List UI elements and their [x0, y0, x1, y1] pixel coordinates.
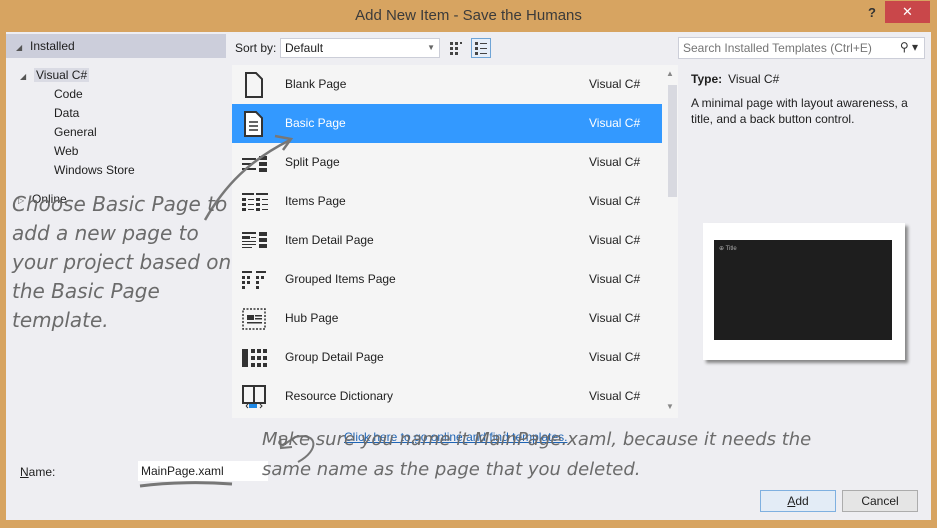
name-underline	[139, 481, 233, 488]
name-mainpage-note: Make sure you name it MainPage.xaml, bec…	[262, 429, 812, 480]
add-new-item-dialog: Add New Item - Save the Humans ? ✕ ◢ Inst…	[0, 0, 937, 528]
choose-basic-page-note: Choose Basic Page to add a new page to y…	[12, 192, 232, 332]
